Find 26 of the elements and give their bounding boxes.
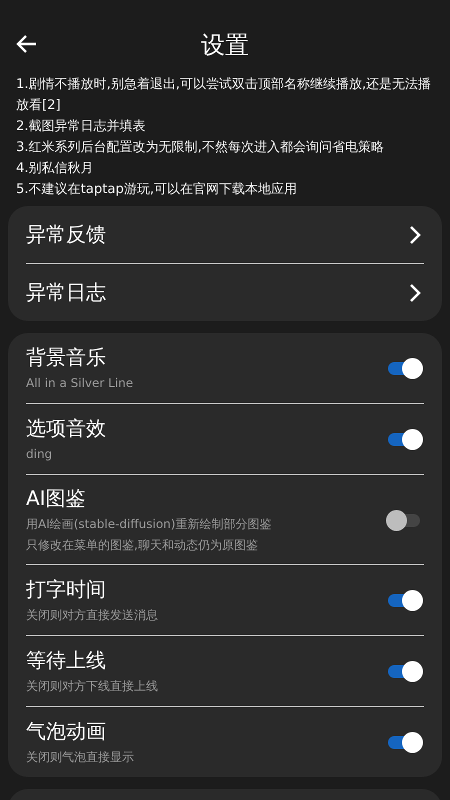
toggle-switch[interactable] (386, 356, 424, 380)
setting-description: 关闭则对方直接发送消息 (26, 607, 158, 624)
setting-label: 打字时间 (26, 576, 107, 603)
setting-label: 气泡动画 (26, 718, 107, 745)
menu-item[interactable]: 异常反馈 (26, 206, 424, 264)
page-title: 设置 (201, 30, 249, 61)
toggle-switch[interactable] (386, 659, 424, 683)
setting-description: 只修改在菜单的图鉴,聊天和动态仍为原图鉴 (26, 537, 259, 554)
note-text: 3.红米系列后台配置改为无限制,不然每次进入都会询问省电策略 (16, 139, 385, 157)
setting-description: All in a Silver Line (26, 375, 134, 392)
note-text: 1.剧情不播放时,别急着退出,可以尝试双击顶部名称继续播放,还是无法播放看[2] (16, 76, 432, 115)
setting-label: 选项音效 (26, 415, 106, 442)
setting-label: AI图鉴 (26, 485, 87, 512)
setting-label: 背景音乐 (26, 344, 107, 371)
setting-description: 关闭则气泡直接显示 (26, 749, 134, 766)
toggle-switch[interactable] (386, 588, 424, 612)
setting-description: 用AI绘画(stable-diffusion)重新绘制部分图鉴 (26, 516, 272, 533)
note-text: 5.不建议在taptap游玩,可以在官网下载本地应用 (16, 181, 298, 199)
setting-description: 关闭则对方下线直接上线 (26, 678, 158, 695)
toggle-switch[interactable] (386, 730, 424, 754)
note-text: 4.别私信秋月 (16, 160, 95, 178)
setting-description: ding (26, 446, 54, 463)
note-text: 2.截图异常日志并填表 (16, 118, 147, 136)
toggle-switch[interactable] (386, 427, 424, 451)
setting-label: 等待上线 (26, 647, 107, 674)
menu-item[interactable]: 异常日志 (26, 264, 424, 321)
